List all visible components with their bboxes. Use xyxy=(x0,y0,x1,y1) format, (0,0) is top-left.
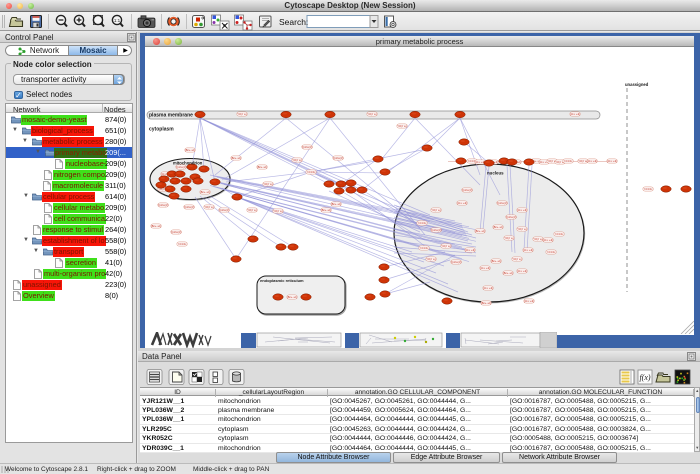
svg-text:Yif(2 w): Yif(2 w) xyxy=(397,124,406,128)
svg-text:nucleus: nucleus xyxy=(487,171,504,176)
svg-text:Ypl2w(3): Ypl2w(3) xyxy=(462,188,473,192)
svg-text:Ypl2w(3): Ypl2w(3) xyxy=(302,145,313,149)
svg-text:(Bce wt): (Bce wt) xyxy=(185,148,195,152)
svg-text:Yif(2 w): Yif(2 w) xyxy=(512,257,521,261)
svg-text:Ydr34c: Ydr34c xyxy=(555,232,564,236)
svg-text:Ydr34c: Ydr34c xyxy=(418,221,427,225)
svg-text:(3nc etl): (3nc etl) xyxy=(543,238,553,242)
svg-text:Yif(2 w): Yif(2 w) xyxy=(237,112,246,116)
svg-text:(Bce wt): (Bce wt) xyxy=(475,229,485,233)
svg-text:Yif(2 w): Yif(2 w) xyxy=(533,237,542,241)
svg-text:Ydr34c: Ydr34c xyxy=(307,170,316,174)
svg-text:endoplasmic reticulum: endoplasmic reticulum xyxy=(260,278,304,283)
svg-text:Yif(2 w): Yif(2 w) xyxy=(247,208,256,212)
svg-text:Ypl2w(3): Ypl2w(3) xyxy=(184,205,195,209)
svg-text:Yif(2 w): Yif(2 w) xyxy=(273,209,282,213)
svg-text:Yif(2 w): Yif(2 w) xyxy=(504,236,513,240)
svg-text:1:1: 1:1 xyxy=(114,18,121,23)
svg-text:(3nc etl): (3nc etl) xyxy=(480,266,490,270)
svg-text:(3nc etl): (3nc etl) xyxy=(475,160,485,164)
svg-text:(Bce wt): (Bce wt) xyxy=(331,202,341,206)
svg-text:Ydr34c: Ydr34c xyxy=(178,242,187,246)
svg-text:(Bce wt): (Bce wt) xyxy=(200,190,210,194)
svg-text:Ypl2w(3): Ypl2w(3) xyxy=(176,165,187,169)
svg-text:Yif(2 w): Yif(2 w) xyxy=(367,112,376,116)
svg-text:Ypl2w(3): Ypl2w(3) xyxy=(431,228,442,232)
svg-text:mitochondrion: mitochondrion xyxy=(173,161,203,166)
svg-text:Ypl2w(3): Ypl2w(3) xyxy=(451,260,462,264)
svg-text:f(x): f(x) xyxy=(639,373,650,382)
svg-text:(Bce wt): (Bce wt) xyxy=(257,165,267,169)
svg-text:Yif(2 w): Yif(2 w) xyxy=(517,227,526,231)
svg-text:(Bce wt): (Bce wt) xyxy=(493,225,503,229)
svg-text:(Bce wt): (Bce wt) xyxy=(287,295,297,299)
svg-text:(3nc etl): (3nc etl) xyxy=(587,159,597,163)
svg-text:Yif(2 w): Yif(2 w) xyxy=(431,208,440,212)
svg-text:(3nc etl): (3nc etl) xyxy=(517,208,527,212)
svg-text:Ypl2w(3): Ypl2w(3) xyxy=(497,201,508,205)
svg-text:Ydr34c: Ydr34c xyxy=(564,159,573,163)
svg-text:Yif(2 w): Yif(2 w) xyxy=(204,205,213,209)
svg-text:(Bce wt): (Bce wt) xyxy=(321,208,331,212)
svg-text:(3nc etl): (3nc etl) xyxy=(607,159,617,163)
svg-text:Ydr34c: Ydr34c xyxy=(644,187,653,191)
svg-text:Ypl2w(3): Ypl2w(3) xyxy=(506,215,517,219)
svg-text:unassigned: unassigned xyxy=(625,82,649,87)
svg-text:Ypl2w(3): Ypl2w(3) xyxy=(158,203,169,207)
svg-text:plasma membrane: plasma membrane xyxy=(149,113,193,119)
svg-text:Ypl2w(3): Ypl2w(3) xyxy=(333,156,344,160)
svg-text:(3nc etl): (3nc etl) xyxy=(465,248,475,252)
svg-text:(3nc etl): (3nc etl) xyxy=(524,299,534,303)
svg-text:Yif(2 w): Yif(2 w) xyxy=(263,182,272,186)
svg-text:Yif(2 w): Yif(2 w) xyxy=(426,257,435,261)
svg-text:(3nc etl): (3nc etl) xyxy=(483,286,493,290)
svg-text:(3nc etl): (3nc etl) xyxy=(517,269,527,273)
svg-text:cytoplasm: cytoplasm xyxy=(149,127,174,133)
svg-text:Ypl2w(3): Ypl2w(3) xyxy=(171,230,182,234)
svg-text:Ypl2w(3): Ypl2w(3) xyxy=(219,208,230,212)
svg-text:(Bce wt): (Bce wt) xyxy=(503,271,513,275)
svg-text:Yif(2 w): Yif(2 w) xyxy=(441,244,450,248)
svg-text:(3nc etl): (3nc etl) xyxy=(457,201,467,205)
svg-text:(Bce wt): (Bce wt) xyxy=(151,224,161,228)
svg-text:(3nc etl): (3nc etl) xyxy=(570,112,580,116)
svg-text:(3nc etl): (3nc etl) xyxy=(523,248,533,252)
svg-text:(Bce wt): (Bce wt) xyxy=(481,301,491,305)
svg-text:Ydr34c: Ydr34c xyxy=(420,246,429,250)
svg-text:Ydr34c: Ydr34c xyxy=(547,250,556,254)
svg-text:(Bce wt): (Bce wt) xyxy=(231,156,241,160)
svg-text:(Bce wt): (Bce wt) xyxy=(491,259,501,263)
svg-text:Yif(2 w): Yif(2 w) xyxy=(292,158,301,162)
